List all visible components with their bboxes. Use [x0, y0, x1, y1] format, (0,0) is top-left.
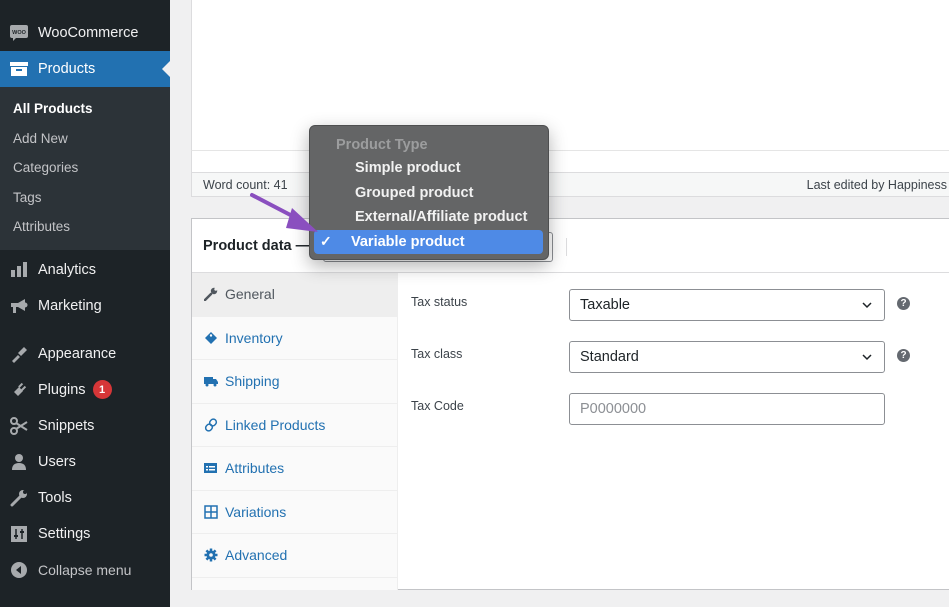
submenu-categories[interactable]: Categories — [0, 153, 170, 183]
submenu-all-products[interactable]: All Products — [0, 94, 170, 124]
sidebar-item-marketing[interactable]: Marketing — [0, 288, 170, 324]
chevron-down-icon — [862, 354, 872, 361]
chevron-down-icon — [862, 302, 872, 309]
tab-label: Variations — [225, 503, 287, 520]
sidebar-item-label: Analytics — [38, 261, 97, 278]
sidebar-item-plugins[interactable]: Plugins 1 — [0, 372, 170, 408]
sidebar-item-products[interactable]: Products — [0, 51, 170, 87]
sidebar-item-woocommerce[interactable]: WOO WooCommerce — [0, 15, 170, 51]
product-data-tabs: General Inventory Shipping Linked Produc… — [192, 273, 398, 590]
tax-class-value: Standard — [580, 349, 639, 365]
sidebar-item-label: Settings — [38, 525, 91, 542]
header-separator — [566, 238, 567, 256]
svg-text:WOO: WOO — [12, 30, 26, 36]
option-variable-product[interactable]: ✓ Variable product — [314, 229, 543, 254]
tab-inventory[interactable]: Inventory — [192, 317, 397, 360]
tax-code-placeholder: P0000000 — [580, 401, 647, 417]
link-icon — [204, 418, 218, 432]
tab-label: Inventory — [225, 329, 283, 346]
option-external-affiliate-product[interactable]: External/Affiliate product — [314, 205, 543, 230]
woo-icon: WOO — [10, 24, 28, 42]
sidebar-item-snippets[interactable]: Snippets — [0, 408, 170, 444]
help-icon[interactable]: ? — [897, 297, 910, 310]
tax-code-input[interactable]: P0000000 — [569, 393, 885, 425]
collapse-arrow-icon — [10, 561, 28, 579]
post-editor-content[interactable] — [191, 0, 949, 150]
tax-status-value: Taxable — [580, 297, 630, 313]
wrench-icon — [10, 489, 28, 507]
tab-variations[interactable]: Variations — [192, 491, 397, 534]
products-icon — [10, 60, 28, 78]
collapse-menu-label: Collapse menu — [38, 561, 132, 578]
sidebar-item-label: Users — [38, 453, 76, 470]
tab-attributes[interactable]: Attributes — [192, 447, 397, 491]
plug-icon — [10, 381, 28, 399]
tax-class-select[interactable]: Standard — [569, 341, 885, 373]
sidebar-item-label: WooCommerce — [38, 25, 139, 41]
tab-shipping[interactable]: Shipping — [192, 360, 397, 404]
sidebar-item-label: Tools — [38, 489, 72, 506]
sidebar-item-label: Snippets — [38, 417, 95, 434]
editor-bottom-strip — [191, 150, 949, 172]
collapse-menu-button[interactable]: Collapse menu — [0, 552, 170, 588]
sliders-icon — [10, 525, 28, 543]
paintbrush-icon — [10, 345, 28, 363]
tab-general[interactable]: General — [192, 273, 397, 317]
tax-status-select[interactable]: Taxable — [569, 289, 885, 321]
sidebar-item-tools[interactable]: Tools — [0, 480, 170, 516]
sidebar-item-label: Products — [38, 61, 96, 77]
scissors-icon — [10, 416, 28, 435]
tab-label: Shipping — [225, 373, 280, 390]
user-icon — [10, 453, 28, 471]
sidebar-item-label: Appearance — [38, 345, 117, 362]
tab-label: Linked Products — [225, 416, 326, 433]
update-count-badge: 1 — [92, 380, 112, 399]
submenu-attributes[interactable]: Attributes — [0, 212, 170, 242]
sidebar-item-label: Marketing — [38, 297, 102, 314]
sidebar-item-users[interactable]: Users — [0, 444, 170, 480]
annotation-arrow-icon — [250, 193, 318, 232]
tab-label: Advanced — [225, 547, 288, 564]
sidebar-item-analytics[interactable]: Analytics — [0, 252, 170, 288]
tax-status-label: Tax status — [411, 295, 468, 309]
list-icon — [204, 461, 218, 475]
tax-class-label: Tax class — [411, 347, 463, 361]
last-edited: Last edited by Happiness — [806, 177, 947, 192]
tax-code-label: Tax Code — [411, 399, 464, 413]
submenu-add-new[interactable]: Add New — [0, 124, 170, 154]
tag-icon — [204, 331, 218, 345]
tab-label: General — [225, 286, 275, 303]
sidebar-item-settings[interactable]: Settings — [0, 516, 170, 552]
gear-icon — [204, 548, 218, 562]
product-data-metabox: Product data — General Inventory Shippin… — [191, 218, 949, 590]
truck-icon — [204, 374, 218, 388]
wrench-icon — [204, 287, 218, 302]
tab-advanced[interactable]: Advanced — [192, 534, 397, 578]
products-submenu: All Products Add New Categories Tags Att… — [0, 87, 170, 250]
option-simple-product[interactable]: Simple product — [314, 156, 543, 181]
option-grouped-product[interactable]: Grouped product — [314, 181, 543, 206]
dropdown-group-header: Product Type — [336, 137, 428, 153]
tab-linked-products[interactable]: Linked Products — [192, 404, 397, 447]
general-panel: Tax status Taxable ? Tax class Standard … — [399, 273, 949, 590]
sidebar-item-appearance[interactable]: Appearance — [0, 336, 170, 372]
submenu-tags[interactable]: Tags — [0, 183, 170, 213]
option-label: Variable product — [351, 233, 465, 250]
grid-icon — [204, 505, 218, 519]
sidebar-item-label: Plugins — [38, 381, 86, 398]
megaphone-icon — [10, 297, 28, 315]
admin-sidebar: WOO WooCommerce Products All Products Ad… — [0, 0, 170, 607]
product-type-dropdown: Product Type Simple product Grouped prod… — [309, 125, 549, 260]
analytics-icon — [10, 261, 28, 279]
tab-label: Attributes — [225, 460, 285, 477]
help-icon[interactable]: ? — [897, 349, 910, 362]
